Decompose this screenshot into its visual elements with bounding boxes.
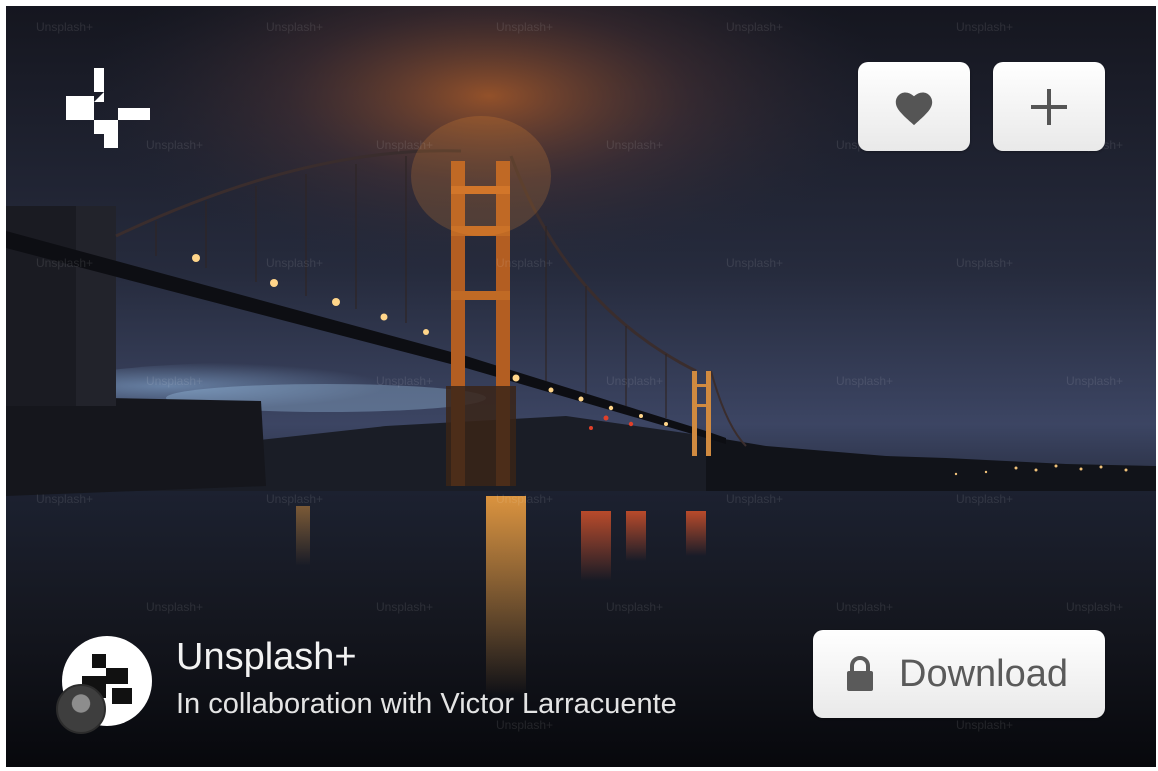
author-info[interactable]: Unsplash+ In collaboration with Victor L… bbox=[56, 634, 796, 734]
add-to-collection-button[interactable] bbox=[993, 62, 1105, 151]
collaboration-text[interactable]: In collaboration with Victor Larracuente bbox=[176, 688, 677, 721]
download-button[interactable]: Download bbox=[813, 630, 1105, 718]
author-name[interactable]: Unsplash+ bbox=[176, 636, 357, 679]
download-label: Download bbox=[899, 652, 1068, 695]
heart-icon bbox=[892, 87, 936, 127]
lock-icon bbox=[845, 656, 875, 692]
unsplash-plus-logo-icon bbox=[66, 68, 150, 148]
collaborator-avatar[interactable] bbox=[56, 684, 106, 734]
plus-icon bbox=[1029, 87, 1069, 127]
like-button[interactable] bbox=[858, 62, 970, 151]
photo-card[interactable]: Unsplash+ Unsplash+ Unsplash+ Unsplash+ … bbox=[6, 6, 1156, 767]
